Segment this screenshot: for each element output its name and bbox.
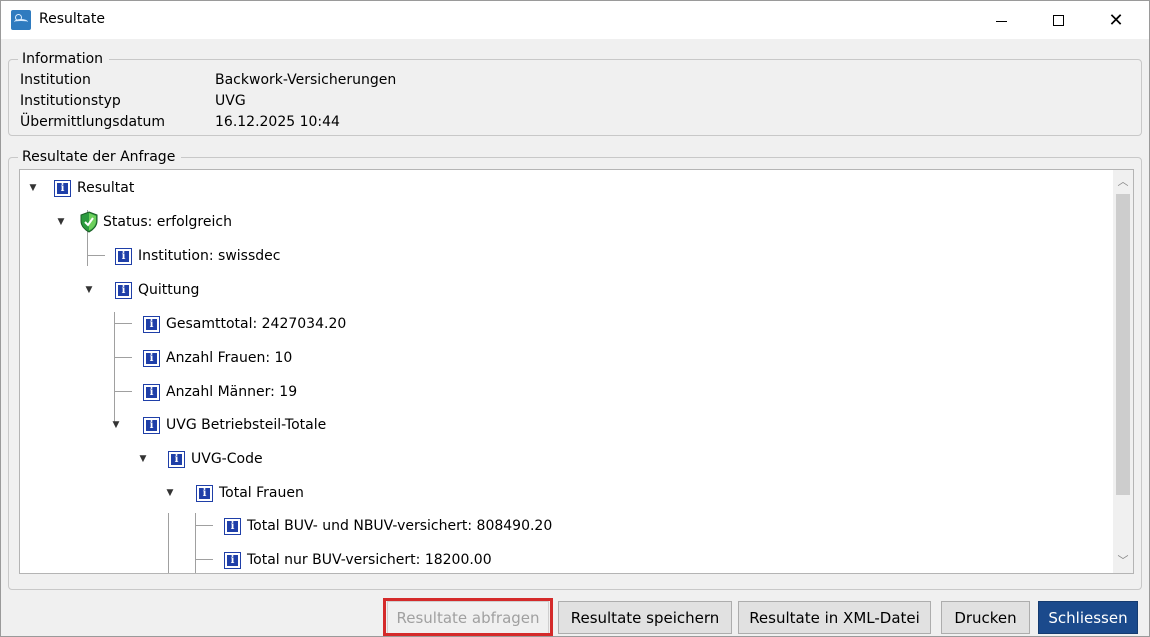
tree-node-label: Anzahl Männer: 19 xyxy=(166,384,298,400)
vertical-scrollbar[interactable]: ︿ ﹀ xyxy=(1113,170,1133,573)
expanded-arrow-icon[interactable]: ▼ xyxy=(138,455,148,464)
information-legend: Information xyxy=(18,51,110,67)
tree-node-institution[interactable]: Institution: swissdec xyxy=(106,245,280,267)
window-title: Resultate xyxy=(39,11,105,27)
institution-type-label: Institutionstyp xyxy=(20,93,121,109)
info-icon xyxy=(196,484,213,502)
info-icon xyxy=(143,349,160,367)
tree-line xyxy=(168,513,169,573)
expanded-arrow-icon[interactable]: ▼ xyxy=(28,184,38,193)
tree-line xyxy=(114,312,115,424)
highlight-frame xyxy=(383,598,553,636)
expanded-arrow-icon[interactable]: ▼ xyxy=(56,218,66,227)
tree-line xyxy=(195,525,213,526)
close-window-button[interactable]: ✕ xyxy=(1093,1,1139,39)
tree-line xyxy=(87,255,105,256)
info-icon xyxy=(115,247,132,265)
tree-node-label: Resultat xyxy=(77,180,135,196)
tree-node-label: Status: erfolgreich xyxy=(103,214,232,230)
results-legend: Resultate der Anfrage xyxy=(18,149,182,165)
print-button[interactable]: Drucken xyxy=(941,601,1030,634)
info-icon xyxy=(54,179,71,197)
tree-node-buv-only[interactable]: Total nur BUV-versichert: 18200.00 xyxy=(215,549,492,571)
info-icon xyxy=(224,517,241,535)
info-icon xyxy=(143,416,160,434)
institution-value: Backwork-Versicherungen xyxy=(215,72,397,88)
results-window: Resultate ✕ Information Institution Back… xyxy=(0,0,1150,637)
tree-node-label: UVG Betriebsteil-Totale xyxy=(166,417,327,433)
tree-node-label: Anzahl Frauen: 10 xyxy=(166,350,293,366)
institution-type-value: UVG xyxy=(215,93,246,109)
tree-node-label: Gesamttotal: 2427034.20 xyxy=(166,316,347,332)
minimize-icon xyxy=(995,20,1007,22)
tree-line xyxy=(114,357,132,358)
tree-node-status[interactable]: ▼ Status: erfolgreich xyxy=(56,211,232,233)
tree-node-men-count[interactable]: Anzahl Männer: 19 xyxy=(133,381,297,403)
information-group: Information Institution Backwork-Versich… xyxy=(8,51,1142,136)
tree-node-label: Institution: swissdec xyxy=(138,248,281,264)
minimize-button[interactable] xyxy=(978,1,1024,39)
expanded-arrow-icon[interactable]: ▼ xyxy=(111,421,121,430)
results-tree[interactable]: ▼ Resultat ▼ Status: erfolgreich Institu… xyxy=(19,169,1134,574)
info-icon xyxy=(143,383,160,401)
tree-node-label: Quittung xyxy=(138,282,200,298)
export-xml-button[interactable]: Resultate in XML-Datei xyxy=(738,601,931,634)
tree-line xyxy=(114,323,132,324)
chevron-up-icon[interactable]: ︿ xyxy=(1117,176,1129,188)
app-icon xyxy=(11,10,31,30)
maximize-button[interactable] xyxy=(1035,1,1081,39)
transmission-date-value: 16.12.2025 10:44 xyxy=(215,114,340,130)
title-bar: Resultate ✕ xyxy=(1,1,1149,39)
tree-node-uvg-code[interactable]: ▼ UVG-Code xyxy=(138,448,263,470)
tree-node-label: Total nur BUV-versichert: 18200.00 xyxy=(247,552,492,568)
tree-node-women-count[interactable]: Anzahl Frauen: 10 xyxy=(133,347,292,369)
tree-node-receipt[interactable]: ▼ Quittung xyxy=(84,279,199,301)
shield-check-icon xyxy=(79,211,99,233)
institution-label: Institution xyxy=(20,72,91,88)
tree-line xyxy=(195,559,213,560)
transmission-date-label: Übermittlungsdatum xyxy=(20,114,166,130)
info-icon xyxy=(115,281,132,299)
expanded-arrow-icon[interactable]: ▼ xyxy=(84,286,94,295)
tree-node-label: UVG-Code xyxy=(191,451,263,467)
tree-line xyxy=(114,391,132,392)
chevron-down-icon[interactable]: ﹀ xyxy=(1117,555,1129,567)
tree-node-buv-nbuv[interactable]: Total BUV- und NBUV-versichert: 808490.2… xyxy=(215,515,552,537)
close-button[interactable]: Schliessen xyxy=(1038,601,1138,634)
scrollbar-thumb[interactable] xyxy=(1116,194,1130,495)
expanded-arrow-icon[interactable]: ▼ xyxy=(165,489,175,498)
tree-node-total-women[interactable]: ▼ Total Frauen xyxy=(165,482,304,504)
tree-node-total[interactable]: Gesamttotal: 2427034.20 xyxy=(133,313,346,335)
save-results-button[interactable]: Resultate speichern xyxy=(558,601,732,634)
close-icon: ✕ xyxy=(1108,9,1124,31)
info-icon xyxy=(168,450,185,468)
maximize-icon xyxy=(1052,14,1064,26)
info-icon xyxy=(224,551,241,569)
tree-node-uvg-totals[interactable]: ▼ UVG Betriebsteil-Totale xyxy=(111,414,326,436)
info-icon xyxy=(143,315,160,333)
tree-node-label: Total BUV- und NBUV-versichert: 808490.2… xyxy=(247,518,553,534)
tree-node-label: Total Frauen xyxy=(219,485,304,501)
tree-node-result[interactable]: ▼ Resultat xyxy=(28,177,134,199)
tree-line xyxy=(195,513,196,573)
results-group: Resultate der Anfrage ▼ Resultat ▼ xyxy=(8,149,1142,590)
